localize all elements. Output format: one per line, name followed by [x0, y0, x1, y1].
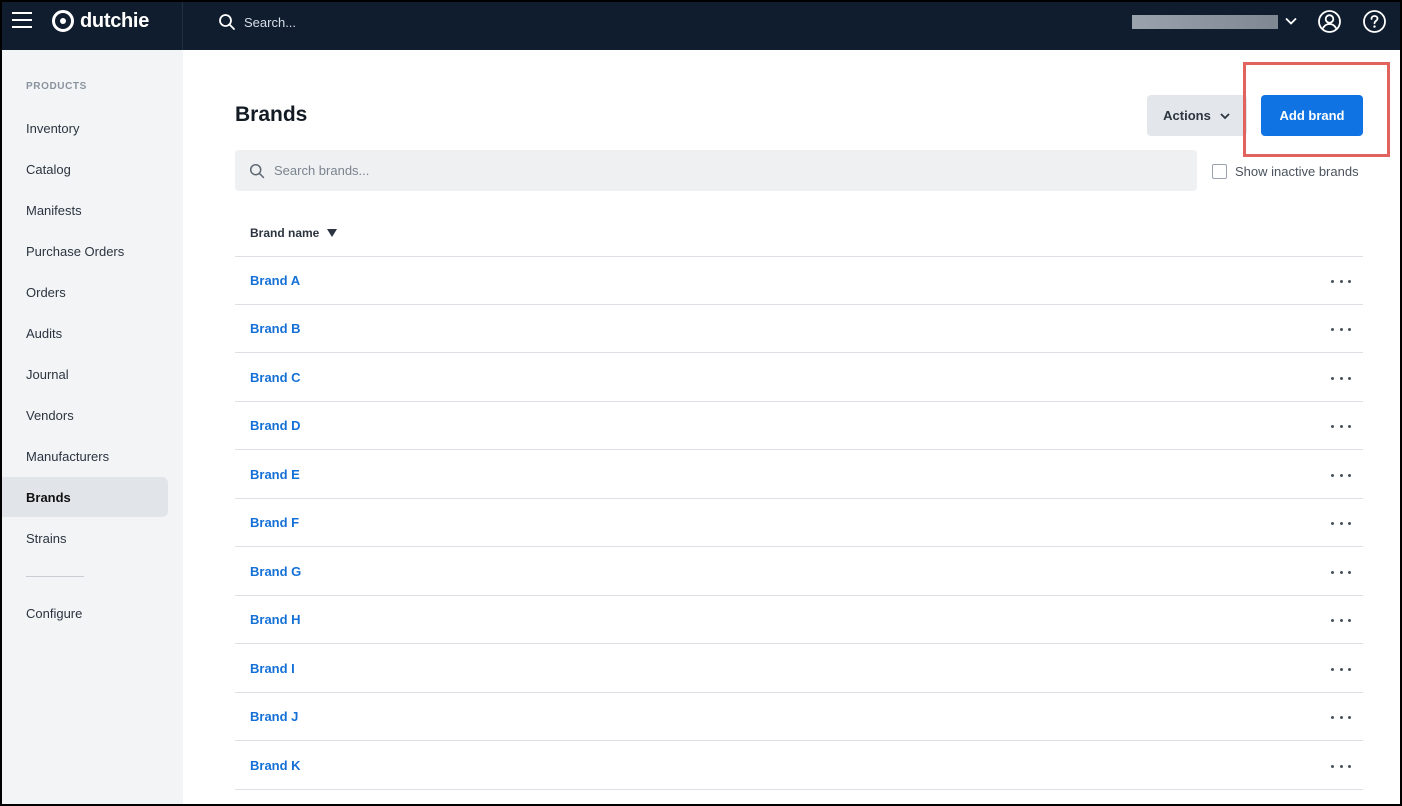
table-row: Brand K: [235, 742, 1363, 790]
more-options-icon[interactable]: [1331, 712, 1351, 722]
more-options-icon[interactable]: [1331, 373, 1351, 383]
logo-mark-icon: [52, 10, 74, 32]
brand-link[interactable]: Brand F: [250, 499, 299, 546]
brand-search-input[interactable]: Search brands...: [235, 150, 1197, 191]
sidebar-item-strains[interactable]: Strains: [2, 518, 168, 558]
page-title: Brands: [235, 103, 308, 126]
brand-link[interactable]: Brand E: [250, 451, 300, 498]
brand-link[interactable]: Brand J: [250, 693, 298, 740]
table-row: Brand I: [235, 645, 1363, 693]
sidebar-item-vendors[interactable]: Vendors: [2, 395, 168, 435]
chevron-down-icon: [1220, 112, 1230, 119]
sidebar-item-inventory[interactable]: Inventory: [2, 108, 168, 148]
search-icon: [219, 14, 235, 30]
brand-name-column-header[interactable]: Brand name: [250, 226, 338, 240]
brand-link[interactable]: Brand D: [250, 402, 301, 449]
brand-search-placeholder: Search brands...: [274, 163, 370, 178]
user-profile-icon[interactable]: [1317, 9, 1342, 34]
hamburger-menu-icon[interactable]: [12, 12, 32, 30]
more-options-icon[interactable]: [1331, 421, 1351, 431]
more-options-icon[interactable]: [1331, 276, 1351, 286]
table-row: Brand A: [235, 257, 1363, 305]
show-inactive-checkbox[interactable]: [1212, 164, 1227, 179]
more-options-icon[interactable]: [1331, 518, 1351, 528]
actions-label: Actions: [1163, 108, 1211, 123]
brand-link[interactable]: Brand K: [250, 742, 301, 789]
more-options-icon[interactable]: [1331, 324, 1351, 334]
sidebar-item-orders[interactable]: Orders: [2, 272, 168, 312]
sidebar-divider: [26, 576, 84, 577]
table-row: Brand C: [235, 354, 1363, 402]
column-header-label: Brand name: [250, 226, 320, 240]
sidebar-item-audits[interactable]: Audits: [2, 313, 168, 353]
dutchie-logo[interactable]: dutchie: [52, 9, 149, 33]
chevron-down-icon[interactable]: [1284, 14, 1298, 28]
sidebar-heading: PRODUCTS: [26, 81, 87, 92]
brand-link[interactable]: Brand A: [250, 257, 300, 304]
sidebar: PRODUCTS Inventory Catalog Manifests Pur…: [2, 50, 183, 804]
more-options-icon[interactable]: [1331, 567, 1351, 577]
table-row: Brand F: [235, 499, 1363, 547]
global-search-placeholder: Search...: [244, 14, 297, 30]
sidebar-item-brands[interactable]: Brands: [2, 477, 168, 517]
sidebar-item-manufacturers[interactable]: Manufacturers: [2, 436, 168, 476]
table-row: Brand E: [235, 451, 1363, 499]
global-search[interactable]: Search...: [218, 12, 296, 32]
help-icon[interactable]: [1362, 9, 1387, 34]
brand-link[interactable]: Brand B: [250, 305, 301, 352]
sort-desc-icon: [327, 229, 338, 237]
add-brand-highlight-box: [1243, 62, 1390, 157]
more-options-icon[interactable]: [1331, 470, 1351, 480]
sidebar-item-journal[interactable]: Journal: [2, 354, 168, 394]
brand-link[interactable]: Brand I: [250, 645, 295, 692]
more-options-icon[interactable]: [1331, 761, 1351, 771]
brand-link[interactable]: Brand G: [250, 548, 301, 595]
top-bar-brand-area: dutchie: [2, 2, 183, 50]
more-options-icon[interactable]: [1331, 615, 1351, 625]
table-row: Brand D: [235, 402, 1363, 450]
sidebar-item-catalog[interactable]: Catalog: [2, 149, 168, 189]
search-icon: [249, 163, 265, 178]
table-row: Brand H: [235, 596, 1363, 644]
top-bar: dutchie Search...: [2, 2, 1400, 50]
show-inactive-label: Show inactive brands: [1235, 164, 1359, 179]
sidebar-item-purchase-orders[interactable]: Purchase Orders: [2, 231, 168, 271]
more-options-icon[interactable]: [1331, 664, 1351, 674]
app-frame: dutchie Search... PRODUCTS Inventory Cat…: [2, 2, 1400, 804]
show-inactive-toggle[interactable]: Show inactive brands: [1212, 164, 1359, 179]
sidebar-item-manifests[interactable]: Manifests: [2, 190, 168, 230]
table-row: Brand B: [235, 305, 1363, 353]
sidebar-item-configure[interactable]: Configure: [2, 593, 168, 633]
account-name-redacted[interactable]: [1132, 15, 1278, 29]
table-row: Brand G: [235, 548, 1363, 596]
brand-link[interactable]: Brand H: [250, 596, 301, 643]
table-row: Brand J: [235, 693, 1363, 741]
logo-text: dutchie: [80, 9, 150, 32]
brand-link[interactable]: Brand C: [250, 354, 301, 401]
actions-dropdown-button[interactable]: Actions: [1147, 95, 1247, 136]
